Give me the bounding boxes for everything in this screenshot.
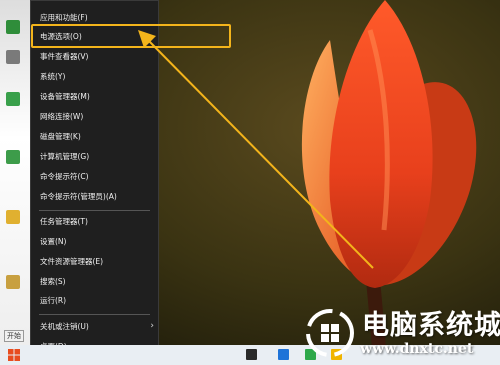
- desktop-app-icon[interactable]: [6, 210, 20, 224]
- chevron-right-icon: ›: [150, 321, 154, 331]
- taskbar-app-icon[interactable]: [278, 349, 289, 360]
- menu-item-task-manager[interactable]: 任务管理器(T): [31, 212, 158, 231]
- menu-item-label: 关机或注销(U): [40, 322, 89, 331]
- menu-item-run[interactable]: 运行(R): [31, 291, 158, 310]
- menu-item-disk-management[interactable]: 磁盘管理(K): [31, 127, 158, 146]
- menu-separator: [39, 210, 150, 211]
- desktop-app-icon[interactable]: [6, 50, 20, 64]
- watermark: 电脑系统城 www.dnxtc.net: [300, 293, 500, 365]
- menu-item-shutdown-signout[interactable]: 关机或注销(U) ›: [31, 317, 158, 336]
- desktop-app-icon[interactable]: [6, 20, 20, 34]
- watermark-brand: 电脑系统城: [362, 310, 500, 341]
- menu-item-command-prompt[interactable]: 命令提示符(C): [31, 167, 158, 186]
- start-tooltip: 开始: [4, 330, 24, 342]
- desktop-app-icon[interactable]: [6, 92, 20, 106]
- menu-item-computer-management[interactable]: 计算机管理(G): [31, 147, 158, 166]
- desktop-app-icon[interactable]: [6, 150, 20, 164]
- menu-item-settings[interactable]: 设置(N): [31, 232, 158, 251]
- taskbar-app-icon[interactable]: [246, 349, 257, 360]
- menu-item-system[interactable]: 系统(Y): [31, 67, 158, 86]
- winx-context-menu: 应用和功能(F) 电源选项(O) 事件查看器(V) 系统(Y) 设备管理器(M)…: [30, 0, 159, 357]
- menu-item-search[interactable]: 搜索(S): [31, 272, 158, 291]
- windows-start-icon[interactable]: [8, 349, 20, 361]
- menu-item-command-prompt-admin[interactable]: 命令提示符(管理员)(A): [31, 187, 158, 206]
- brand-logo-icon: [306, 309, 354, 357]
- watermark-url: www.dnxtc.net: [360, 341, 474, 357]
- desktop-icon-strip: 开始: [0, 0, 30, 345]
- menu-item-file-explorer[interactable]: 文件资源管理器(E): [31, 252, 158, 271]
- menu-item-event-viewer[interactable]: 事件查看器(V): [31, 47, 158, 66]
- menu-separator: [39, 314, 150, 315]
- highlight-box: [31, 24, 231, 48]
- desktop-app-icon[interactable]: [6, 275, 20, 289]
- menu-item-network-connections[interactable]: 网络连接(W): [31, 107, 158, 126]
- menu-item-device-manager[interactable]: 设备管理器(M): [31, 87, 158, 106]
